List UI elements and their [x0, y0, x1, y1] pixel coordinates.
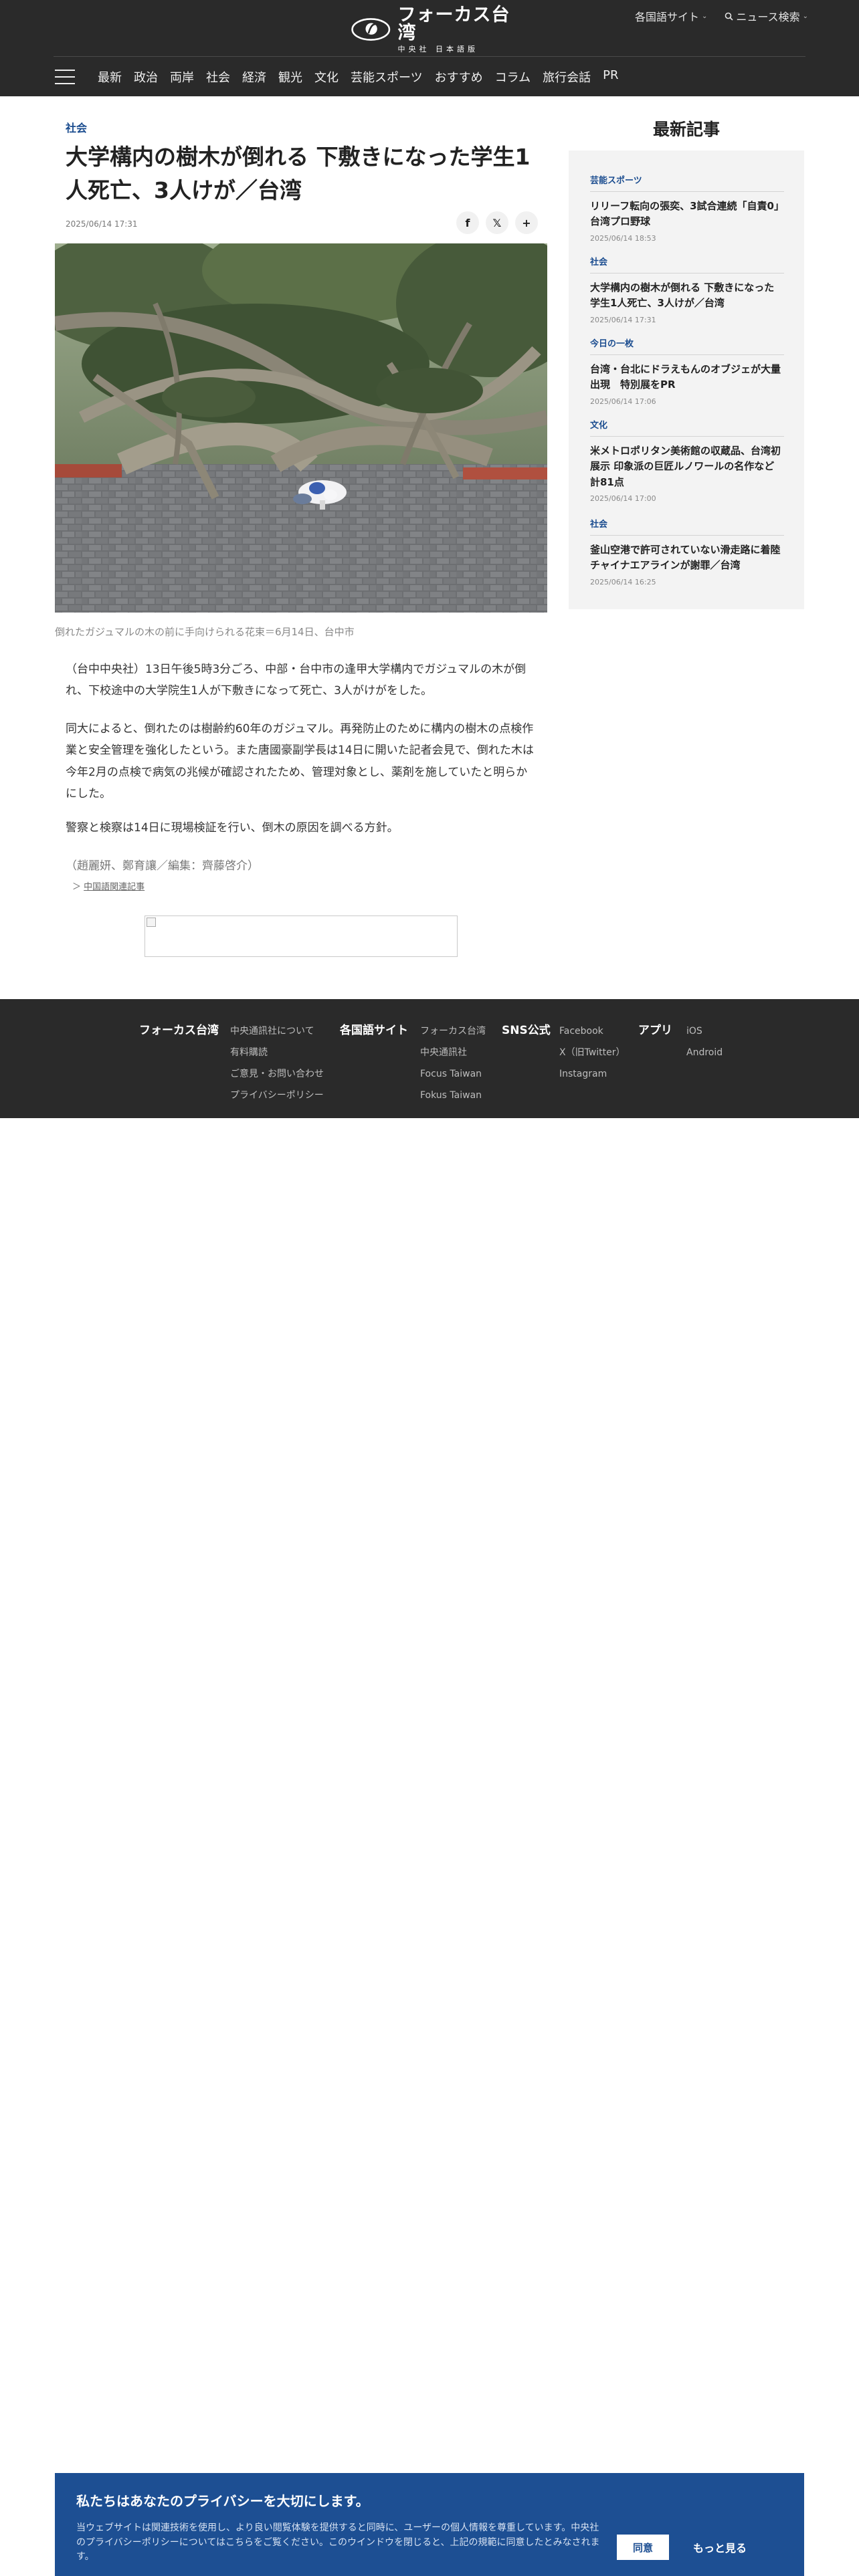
footer-link[interactable]: フォーカス台湾 — [420, 1021, 486, 1042]
nav-item-travel-phrases[interactable]: 旅行会話 — [543, 68, 591, 86]
latest-articles-panel: 芸能スポーツ リリーフ転向の張奕、3試合連続「自責0」 台湾プロ野球 2025/… — [569, 150, 804, 609]
latest-article-title[interactable]: 釜山空港で許可されていない滑走路に着陸 チャイナエアラインが謝罪／台湾 — [590, 542, 784, 574]
latest-article-title[interactable]: リリーフ転向の張奕、3試合連続「自責0」 台湾プロ野球 — [590, 199, 784, 230]
nav-item-politics[interactable]: 政治 — [134, 68, 158, 86]
cookie-agree-button[interactable]: 同意 — [617, 2535, 669, 2560]
cookie-more-button[interactable]: もっと見る — [686, 2535, 753, 2560]
article-category[interactable]: 社会 — [66, 119, 87, 135]
latest-article-category: 芸能スポーツ — [590, 173, 784, 192]
related-prefix: ＞ — [72, 882, 82, 892]
footer-link[interactable]: プライバシーポリシー — [230, 1085, 324, 1106]
footer-links-sns: Facebook X（旧Twitter） Instagram — [559, 1021, 626, 1085]
footer-link[interactable]: Android — [686, 1042, 723, 1063]
footer-heading-apps: アプリ — [638, 1024, 672, 1037]
site-header: フォーカス台湾 中央社 日本語版 各国語サイト ⌄ ニュース検索 ⌄ 最新 政治… — [0, 0, 859, 96]
footer-link[interactable]: Fokus Taiwan — [420, 1085, 486, 1106]
facebook-share-icon[interactable]: f — [456, 211, 479, 234]
cookie-text: 当ウェブサイトは関連技術を使用し、より良い閲覧体験を提供すると同時に、ユーザーの… — [76, 2523, 600, 2563]
main-nav: 最新 政治 両岸 社会 経済 観光 文化 芸能スポーツ おすすめ コラム 旅行会… — [55, 65, 618, 89]
chevron-down-icon: ⌄ — [802, 12, 808, 20]
nav-item-culture[interactable]: 文化 — [314, 68, 339, 86]
footer-heading-sns: SNS公式 — [502, 1024, 551, 1037]
cookie-title: 私たちはあなたのプライバシーを大切にします。 — [76, 2493, 369, 2509]
footer-link[interactable]: Instagram — [559, 1063, 626, 1085]
latest-article-title[interactable]: 米メトロポリタン美術館の収蔵品、台湾初展示 印象派の巨匠ルノワールの名作など計8… — [590, 443, 784, 490]
latest-article-date: 2025/06/14 18:53 — [590, 233, 656, 243]
latest-article-item[interactable]: 社会 大学構内の樹木が倒れる 下敷きになった学生1人死亡、3人けが／台湾 202… — [590, 255, 784, 324]
latest-article-category: 今日の一枚 — [590, 336, 784, 355]
footer-link[interactable]: iOS — [686, 1021, 723, 1042]
chevron-down-icon: ⌄ — [702, 12, 708, 20]
latest-article-item[interactable]: 文化 米メトロポリタン美術館の収蔵品、台湾初展示 印象派の巨匠ルノワールの名作な… — [590, 418, 784, 503]
broken-image-icon — [147, 918, 156, 927]
latest-article-date: 2025/06/14 17:06 — [590, 397, 656, 406]
article-title: 大学構内の樹木が倒れる 下敷きになった学生1人死亡、3人けが／台湾 — [66, 144, 531, 203]
footer-links-language-sites: フォーカス台湾 中央通訊社 Focus Taiwan Fokus Taiwan — [420, 1021, 486, 1106]
news-search-label: ニュース検索 — [736, 11, 800, 23]
share-buttons: f 𝕏 + — [456, 211, 538, 234]
photo-caption: 倒れたガジュマルの木の前に手向けられる花束＝6月14日、台中市 — [55, 626, 355, 638]
fallen-banyan-tree-photo — [55, 243, 547, 613]
latest-article-category: 社会 — [590, 255, 784, 274]
footer-link[interactable]: Facebook — [559, 1021, 626, 1042]
nav-item-recommended[interactable]: おすすめ — [435, 68, 483, 86]
nav-item-society[interactable]: 社会 — [206, 68, 230, 86]
site-footer: フォーカス台湾 中央通訊社について 有料購読 ご意見・お問い合わせ プライバシー… — [0, 999, 859, 1118]
nav-item-cross-strait[interactable]: 両岸 — [170, 68, 194, 86]
latest-articles-heading: 最新記事 — [652, 120, 720, 139]
article-photo — [55, 243, 547, 613]
footer-link[interactable]: Focus Taiwan — [420, 1063, 486, 1085]
latest-article-item[interactable]: 今日の一枚 台湾・台北にドラえもんのオブジェが大量出現 特別展をPR 2025/… — [590, 336, 784, 406]
footer-link[interactable]: 中央通訊社 — [420, 1042, 486, 1063]
latest-article-date: 2025/06/14 16:25 — [590, 577, 656, 586]
footer-link[interactable]: 有料購読 — [230, 1042, 324, 1063]
article-paragraph: 同大によると、倒れたのは樹齢約60年のガジュマル。再発防止のために構内の樹木の点… — [66, 722, 534, 800]
latest-article-title[interactable]: 大学構内の樹木が倒れる 下敷きになった学生1人死亡、3人けが／台湾 — [590, 280, 784, 312]
latest-article-category: 文化 — [590, 418, 784, 437]
x-share-icon[interactable]: 𝕏 — [486, 211, 508, 234]
nav-item-column[interactable]: コラム — [495, 68, 531, 86]
latest-article-item[interactable]: 芸能スポーツ リリーフ転向の張奕、3試合連続「自責0」 台湾プロ野球 2025/… — [590, 173, 784, 243]
related-article: ＞ 中国語関連記事 — [72, 879, 145, 892]
ad-banner[interactable] — [145, 916, 458, 957]
nav-item-latest[interactable]: 最新 — [98, 68, 122, 86]
footer-links-about: 中央通訊社について 有料購読 ご意見・お問い合わせ プライバシーポリシー — [230, 1021, 324, 1106]
article-paragraph: （台中中央社）13日午後5時3分ごろ、中部・台中市の逢甲大学構内でガジュマルの木… — [66, 663, 527, 698]
search-icon — [725, 12, 733, 21]
site-logo[interactable]: フォーカス台湾 中央社 日本語版 — [351, 6, 511, 53]
header-divider — [54, 56, 805, 57]
latest-article-item[interactable]: 社会 釜山空港で許可されていない滑走路に着陸 チャイナエアラインが謝罪／台湾 2… — [590, 517, 784, 586]
menu-icon[interactable] — [55, 70, 75, 84]
more-share-icon[interactable]: + — [515, 211, 538, 234]
article-date: 2025/06/14 17:31 — [66, 219, 138, 229]
nav-item-tourism[interactable]: 観光 — [278, 68, 302, 86]
footer-heading-focus-taiwan: フォーカス台湾 — [139, 1024, 219, 1037]
logo-sub-text: 中央社 日本語版 — [397, 45, 479, 53]
footer-links-apps: iOS Android — [686, 1021, 723, 1063]
nav-item-economy[interactable]: 経済 — [242, 68, 266, 86]
related-article-link[interactable]: 中国語関連記事 — [84, 882, 145, 892]
language-sites-dropdown[interactable]: 各国語サイト ⌄ — [635, 8, 707, 24]
latest-article-category: 社会 — [590, 517, 784, 536]
logo-eye-icon — [351, 18, 391, 41]
nav-item-pr[interactable]: PR — [603, 68, 618, 86]
news-search-dropdown[interactable]: ニュース検索 ⌄ — [725, 8, 808, 24]
footer-heading-language-sites: 各国語サイト — [340, 1024, 408, 1037]
nav-item-entertainment-sports[interactable]: 芸能スポーツ — [351, 68, 423, 86]
footer-link[interactable]: 中央通訊社について — [230, 1021, 324, 1042]
cookie-consent-banner: 私たちはあなたのプライバシーを大切にします。 当ウェブサイトは関連技術を使用し、… — [55, 2473, 804, 2576]
article-byline: （趙麗妍、鄭育讓／編集：齊藤啓介） — [66, 859, 259, 873]
latest-article-title[interactable]: 台湾・台北にドラえもんのオブジェが大量出現 特別展をPR — [590, 362, 784, 393]
latest-article-date: 2025/06/14 17:31 — [590, 315, 656, 324]
language-sites-label: 各国語サイト — [635, 11, 700, 23]
latest-article-date: 2025/06/14 17:00 — [590, 494, 656, 503]
logo-main-text: フォーカス台湾 — [397, 5, 510, 43]
footer-link[interactable]: X（旧Twitter） — [559, 1042, 626, 1063]
article-paragraph: 警察と検察は14日に現場検証を行い、倒木の原因を調べる方針。 — [66, 821, 399, 835]
footer-link[interactable]: ご意見・お問い合わせ — [230, 1063, 324, 1085]
